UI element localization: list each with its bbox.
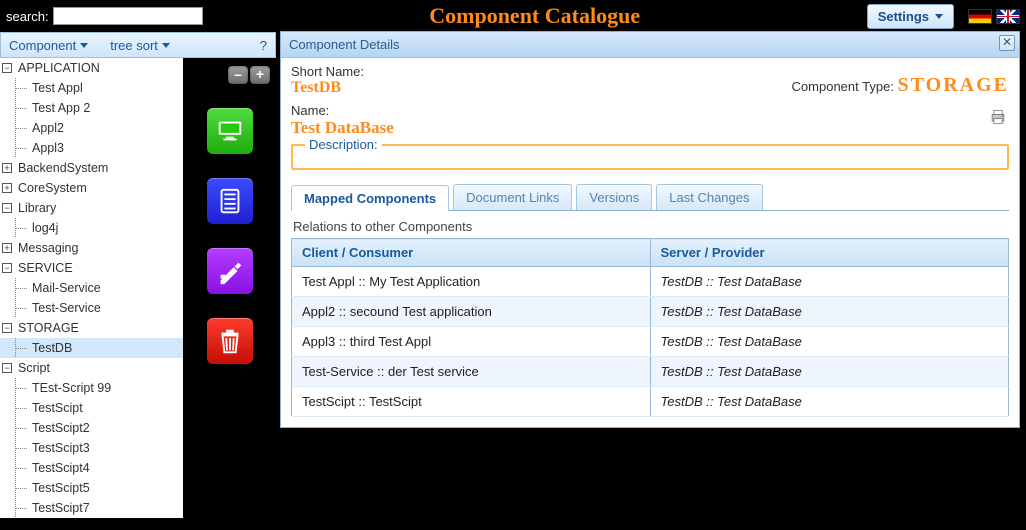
tree-item[interactable]: TestScipt3 xyxy=(0,438,183,458)
flag-de-icon[interactable] xyxy=(968,9,992,24)
client-cell: TestScipt :: TestScipt xyxy=(292,387,651,417)
settings-button-label: Settings xyxy=(878,9,929,24)
collapse-all-button[interactable]: – xyxy=(228,66,248,84)
component-tree: −APPLICATIONTest ApplTest App 2Appl2Appl… xyxy=(0,58,184,518)
tree-item[interactable]: Test-Service xyxy=(0,298,183,318)
client-cell: Test Appl :: My Test Application xyxy=(292,267,651,297)
tree-category-label: CoreSystem xyxy=(18,181,87,195)
tree-item[interactable]: TestScipt5 xyxy=(0,478,183,498)
tree-category-label: Messaging xyxy=(18,241,78,255)
plus-icon[interactable]: + xyxy=(2,243,12,253)
page-title: Component Catalogue xyxy=(203,3,867,29)
panel-title-label: Component Details xyxy=(289,37,400,52)
tree-category[interactable]: −APPLICATION xyxy=(0,58,183,78)
chevron-down-icon xyxy=(162,43,170,48)
close-icon[interactable]: ✕ xyxy=(999,35,1015,51)
print-icon[interactable] xyxy=(792,107,1009,130)
short-name-value: TestDB xyxy=(291,79,394,97)
plus-icon[interactable]: + xyxy=(2,163,12,173)
tree-item[interactable]: Mail-Service xyxy=(0,278,183,298)
client-cell: Test-Service :: der Test service xyxy=(292,357,651,387)
server-cell: TestDB :: Test DataBase xyxy=(650,357,1009,387)
relations-table: Client / Consumer Server / Provider Test… xyxy=(291,238,1009,417)
tree-item[interactable]: TestScipt xyxy=(0,398,183,418)
tree-category-label: Script xyxy=(18,361,50,375)
table-row[interactable]: Appl3 :: third Test ApplTestDB :: Test D… xyxy=(292,327,1009,357)
tree-item[interactable]: Appl3 xyxy=(0,138,183,158)
tree-category[interactable]: + CoreSystem xyxy=(0,178,183,198)
expand-all-button[interactable]: + xyxy=(250,66,270,84)
description-label: Description: xyxy=(305,137,382,152)
table-row[interactable]: Appl2 :: secound Test applicationTestDB … xyxy=(292,297,1009,327)
chevron-down-icon xyxy=(935,14,943,19)
tree-item[interactable]: TestScipt2 xyxy=(0,418,183,438)
minus-icon[interactable]: − xyxy=(2,63,12,73)
server-cell: TestDB :: Test DataBase xyxy=(650,327,1009,357)
description-box: Description: xyxy=(291,144,1009,170)
component-details-panel: Component Details ✕ Short Name: TestDB N… xyxy=(280,31,1020,428)
search-input[interactable] xyxy=(53,7,203,25)
tree-sort-menu-label: tree sort xyxy=(110,38,158,53)
minus-icon[interactable]: − xyxy=(2,203,12,213)
monitor-icon[interactable] xyxy=(207,108,253,154)
tree-item[interactable]: TestScipt7 xyxy=(0,498,183,518)
flag-uk-icon[interactable] xyxy=(996,9,1020,24)
client-cell: Appl2 :: secound Test application xyxy=(292,297,651,327)
tree-category-label: SERVICE xyxy=(18,261,73,275)
minus-icon[interactable]: − xyxy=(2,323,12,333)
tab[interactable]: Mapped Components xyxy=(291,185,449,211)
tree-item[interactable]: Appl2 xyxy=(0,118,183,138)
name-label: Name: xyxy=(291,103,394,118)
tab[interactable]: Versions xyxy=(576,184,652,210)
tree-item[interactable]: log4j xyxy=(0,218,183,238)
tab[interactable]: Last Changes xyxy=(656,184,762,210)
chevron-down-icon xyxy=(80,43,88,48)
col-client-header[interactable]: Client / Consumer xyxy=(292,239,651,267)
tree-category[interactable]: + BackendSystem xyxy=(0,158,183,178)
tree-category-label: APPLICATION xyxy=(18,61,100,75)
plus-icon[interactable]: + xyxy=(2,183,12,193)
table-row[interactable]: Test Appl :: My Test ApplicationTestDB :… xyxy=(292,267,1009,297)
component-menu[interactable]: Component xyxy=(9,38,88,53)
minus-icon[interactable]: − xyxy=(2,363,12,373)
tree-category[interactable]: −SERVICE xyxy=(0,258,183,278)
minus-icon[interactable]: − xyxy=(2,263,12,273)
tree-sort-menu[interactable]: tree sort xyxy=(110,38,170,53)
tree-category[interactable]: −Library xyxy=(0,198,183,218)
tree-item[interactable]: TestDB xyxy=(0,338,183,358)
component-type-value: Storage xyxy=(898,74,1009,96)
tree-toolbar: Component tree sort ? xyxy=(0,32,276,58)
tree-category[interactable]: + Messaging xyxy=(0,238,183,258)
help-link[interactable]: ? xyxy=(260,38,267,53)
trash-icon[interactable] xyxy=(207,318,253,364)
search-label: search: xyxy=(6,9,49,24)
tree-category-label: Library xyxy=(18,201,56,215)
component-menu-label: Component xyxy=(9,38,76,53)
tree-category-label: BackendSystem xyxy=(18,161,108,175)
short-name-label: Short Name: xyxy=(291,64,394,79)
detail-tabs: Mapped ComponentsDocument LinksVersionsL… xyxy=(291,184,1009,211)
tab[interactable]: Document Links xyxy=(453,184,572,210)
tree-category-label: STORAGE xyxy=(18,321,79,335)
tree-item[interactable]: Test App 2 xyxy=(0,98,183,118)
client-cell: Appl3 :: third Test Appl xyxy=(292,327,651,357)
server-cell: TestDB :: Test DataBase xyxy=(650,387,1009,417)
name-value: Test DataBase xyxy=(291,118,394,138)
component-type-label: Component Type: xyxy=(792,79,894,94)
server-cell: TestDB :: Test DataBase xyxy=(650,267,1009,297)
tree-item[interactable]: TestScipt4 xyxy=(0,458,183,478)
settings-button[interactable]: Settings xyxy=(867,4,954,29)
server-cell: TestDB :: Test DataBase xyxy=(650,297,1009,327)
relations-title: Relations to other Components xyxy=(293,219,1009,234)
col-server-header[interactable]: Server / Provider xyxy=(650,239,1009,267)
edit-icon[interactable] xyxy=(207,248,253,294)
tree-category[interactable]: −Script xyxy=(0,358,183,378)
table-row[interactable]: TestScipt :: TestSciptTestDB :: Test Dat… xyxy=(292,387,1009,417)
tree-category[interactable]: −STORAGE xyxy=(0,318,183,338)
storage-icon[interactable] xyxy=(207,178,253,224)
tree-item[interactable]: Test Appl xyxy=(0,78,183,98)
tree-item[interactable]: TEst-Script 99 xyxy=(0,378,183,398)
table-row[interactable]: Test-Service :: der Test serviceTestDB :… xyxy=(292,357,1009,387)
